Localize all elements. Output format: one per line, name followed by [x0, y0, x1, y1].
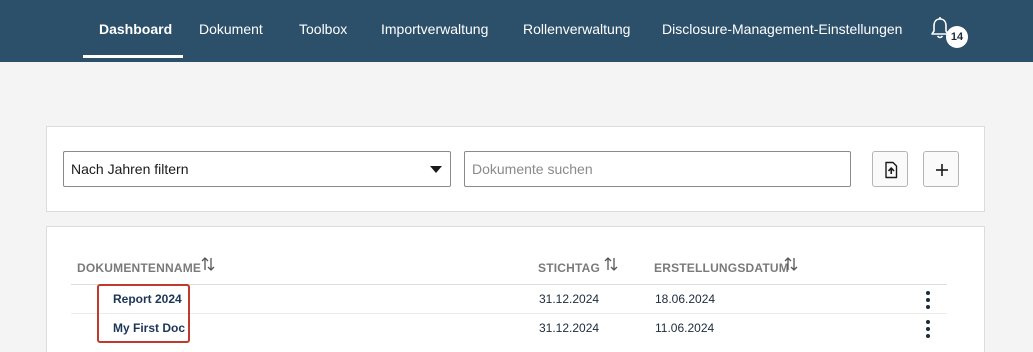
nav-item-importverwaltung[interactable]: Importverwaltung: [381, 0, 488, 58]
sort-icon[interactable]: [604, 256, 618, 272]
top-navigation-bar: Dashboard Dokument Toolbox Importverwalt…: [0, 0, 1033, 62]
sort-icon[interactable]: [201, 256, 215, 272]
table-row[interactable]: My First Doc 31.12.2024 11.06.2024: [71, 314, 947, 343]
row-actions-kebab-icon[interactable]: [923, 319, 933, 339]
file-upload-icon: [885, 161, 898, 179]
filter-toolbar-card: Nach Jahren filtern: [46, 126, 985, 212]
caret-down-icon: [430, 166, 442, 173]
nav-item-dokument[interactable]: Dokument: [199, 0, 263, 58]
nav-item-toolbox[interactable]: Toolbox: [299, 0, 347, 58]
table-row[interactable]: Report 2024 31.12.2024 18.06.2024: [71, 285, 947, 314]
column-header-dokumentenname[interactable]: DOKUMENTENNAME: [77, 261, 201, 275]
upload-document-button[interactable]: [872, 151, 908, 187]
plus-icon: [936, 164, 948, 176]
document-search-input[interactable]: [464, 151, 851, 187]
nav-item-dashboard[interactable]: Dashboard: [99, 0, 172, 58]
erstellungsdatum-cell: 11.06.2024: [655, 321, 715, 335]
nav-item-disclosure-settings[interactable]: Disclosure-Management-Einstellungen: [662, 0, 902, 58]
row-actions-kebab-icon[interactable]: [923, 290, 933, 310]
erstellungsdatum-cell: 18.06.2024: [655, 292, 716, 306]
nav-item-rollenverwaltung[interactable]: Rollenverwaltung: [523, 0, 630, 58]
year-filter-value: Nach Jahren filtern: [71, 161, 189, 177]
active-nav-indicator: [83, 55, 183, 58]
stichtag-cell: 31.12.2024: [539, 321, 600, 335]
document-name-link[interactable]: Report 2024: [113, 285, 182, 314]
column-header-erstellungsdatum[interactable]: ERSTELLUNGSDATUM: [654, 261, 789, 275]
stichtag-cell: 31.12.2024: [539, 292, 600, 306]
year-filter-select[interactable]: Nach Jahren filtern: [63, 151, 451, 187]
document-name-link[interactable]: My First Doc: [113, 314, 185, 343]
documents-table-card: DOKUMENTENNAME STICHTAG ERSTELLUNGSDATUM…: [46, 226, 985, 352]
sort-icon[interactable]: [784, 256, 798, 272]
notification-count-badge: 14: [946, 26, 968, 48]
column-header-stichtag[interactable]: STICHTAG: [538, 261, 600, 275]
notifications-button[interactable]: 14: [929, 16, 969, 48]
add-document-button[interactable]: [923, 151, 959, 187]
